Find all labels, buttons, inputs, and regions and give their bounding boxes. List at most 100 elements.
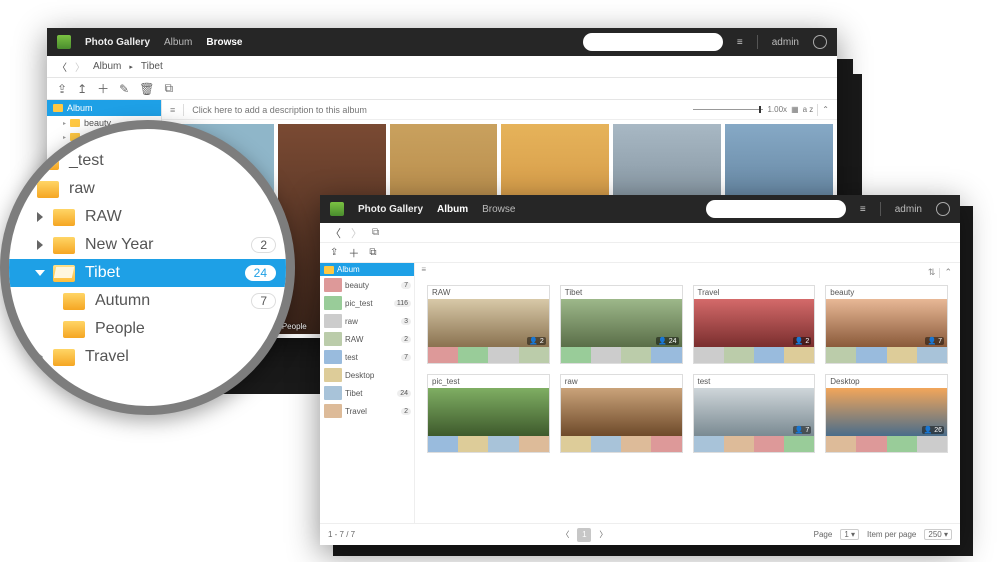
tree-item-_test[interactable]: _test	[9, 147, 286, 175]
album-hero: 👤 2	[694, 299, 815, 347]
expand-up-icon[interactable]: ⌃	[822, 105, 829, 114]
folder-icon	[37, 153, 59, 170]
sidebar-item-label: RAW	[345, 335, 363, 344]
expand-up-icon[interactable]: ⌃	[944, 267, 952, 278]
sidebar-item[interactable]: Desktop	[320, 366, 414, 384]
sidebar-item[interactable]: test 7	[320, 348, 414, 366]
tree-item-new-year[interactable]: New Year2	[9, 231, 286, 259]
breadcrumb-current[interactable]: Tibet	[141, 61, 163, 72]
folder-icon	[37, 181, 59, 198]
expand-icon[interactable]	[35, 270, 45, 276]
album-count: 👤 7	[925, 337, 944, 345]
album-card[interactable]: test👤 7	[693, 374, 816, 453]
user-icon[interactable]	[813, 35, 827, 49]
tree-item-raw[interactable]: raw	[9, 175, 286, 203]
sidebar-item[interactable]: raw3	[320, 312, 414, 330]
album-count: 👤 26	[922, 426, 944, 434]
thumb-icon	[324, 332, 342, 346]
tree-item-travel[interactable]: Travel	[9, 343, 286, 371]
nav-browse[interactable]: Browse	[482, 204, 515, 215]
thumb-icon	[324, 350, 342, 364]
user-label[interactable]: admin	[772, 37, 799, 48]
album-title: raw	[561, 375, 682, 388]
titlebar: Photo Gallery Album Browse ≡ admin	[320, 195, 960, 223]
page-next-icon[interactable]: 〉	[599, 529, 607, 540]
tree-item-tibet[interactable]: Tibet24	[9, 259, 286, 287]
grid-view-icon[interactable]: ▦	[791, 105, 799, 114]
nav-forward-icon[interactable]: 〉	[75, 59, 85, 74]
album-card[interactable]: Desktop👤 26	[825, 374, 948, 453]
album-card[interactable]: pic_test	[427, 374, 550, 453]
sidebar-item[interactable]: Travel2	[320, 402, 414, 420]
sidebar-item[interactable]: pic_test116	[320, 294, 414, 312]
edit-icon[interactable]: ✎	[119, 82, 129, 96]
search-input[interactable]	[583, 33, 723, 51]
folder-icon	[70, 119, 80, 127]
upload-icon[interactable]: ↥	[77, 82, 87, 96]
filter-icon[interactable]: ≡	[860, 204, 866, 215]
album-count: 👤 7	[793, 426, 812, 434]
delete-icon[interactable]: 🗑	[139, 82, 154, 96]
user-icon[interactable]	[936, 202, 950, 216]
sidebar-root[interactable]: Album ≡	[320, 263, 414, 276]
per-page-select[interactable]: 250 ▾	[924, 529, 952, 540]
album-card[interactable]: beauty👤 7	[825, 285, 948, 364]
count-badge: 2	[251, 237, 276, 253]
count-badge: 2	[401, 408, 411, 415]
expand-icon[interactable]	[37, 212, 43, 222]
sidebar: Album ≡ beauty7pic_test116raw3RAW2test7D…	[320, 263, 415, 523]
expand-icon[interactable]	[37, 240, 43, 250]
album-card[interactable]: Travel👤 2	[693, 285, 816, 364]
tree-item-people[interactable]: People	[9, 315, 286, 343]
page-prev-icon[interactable]: 〈	[561, 529, 569, 540]
folder-icon	[53, 209, 75, 226]
album-card[interactable]: Tibet👤 24	[560, 285, 683, 364]
tree-item-raw[interactable]: RAW	[9, 203, 286, 231]
nav-browse[interactable]: Browse	[206, 37, 242, 48]
sidebar-item-label: Desktop	[345, 371, 374, 380]
count-badge: 7	[401, 354, 411, 361]
nav-back-icon[interactable]: 〈	[330, 225, 341, 241]
breadcrumb-root[interactable]: Album	[93, 61, 121, 72]
sort-icon[interactable]: ⇅	[928, 267, 936, 278]
page-label: Page	[814, 530, 833, 539]
album-card[interactable]: raw	[560, 374, 683, 453]
folder-icon	[63, 293, 85, 310]
filter-icon[interactable]: ≡	[737, 37, 743, 48]
album-card[interactable]: RAW👤 2	[427, 285, 550, 364]
album-title: pic_test	[428, 375, 549, 388]
album-thumbs	[694, 436, 815, 452]
sidebar-item[interactable]: Tibet24	[320, 384, 414, 402]
add-icon[interactable]: ＋	[97, 80, 109, 97]
tree-item-autumn[interactable]: Autumn7	[9, 287, 286, 315]
nav-album[interactable]: Album	[437, 204, 468, 215]
sidebar-item[interactable]: beauty7	[320, 276, 414, 294]
nav-back-icon[interactable]: 〈	[57, 59, 67, 74]
zoom-value: 1.00x	[767, 105, 787, 114]
tree-item-label: RAW	[85, 208, 122, 226]
sort-az[interactable]: a z	[803, 105, 814, 114]
list-toggle-icon[interactable]: ≡	[170, 105, 175, 115]
search-input[interactable]	[706, 200, 846, 218]
add-icon[interactable]: ＋	[348, 245, 359, 261]
sidebar-item-label: test	[345, 353, 358, 362]
album-description-input[interactable]	[192, 105, 685, 115]
copy-icon[interactable]: ⧉	[372, 227, 379, 238]
stack-icon[interactable]: ⧉	[369, 247, 376, 258]
sidebar-item[interactable]: RAW2	[320, 330, 414, 348]
expand-icon[interactable]	[37, 352, 43, 362]
user-label[interactable]: admin	[895, 204, 922, 215]
sidebar-root[interactable]: Album	[47, 100, 161, 116]
page-select[interactable]: 1 ▾	[840, 529, 859, 540]
zoom-slider[interactable]	[693, 109, 763, 110]
thumb-icon	[324, 368, 342, 382]
thumb-icon	[324, 386, 342, 400]
chevron-right-icon: ▸	[129, 63, 133, 71]
page-current[interactable]: 1	[577, 528, 591, 542]
share-icon[interactable]: ⇪	[57, 82, 67, 96]
share-icon[interactable]: ⇪	[330, 247, 338, 258]
photo-gallery-window-front: Photo Gallery Album Browse ≡ admin 〈 〉 ⧉…	[320, 195, 960, 545]
copy-icon[interactable]: ⧉	[164, 81, 173, 96]
nav-forward-icon[interactable]: 〉	[351, 225, 362, 241]
nav-album[interactable]: Album	[164, 37, 192, 48]
